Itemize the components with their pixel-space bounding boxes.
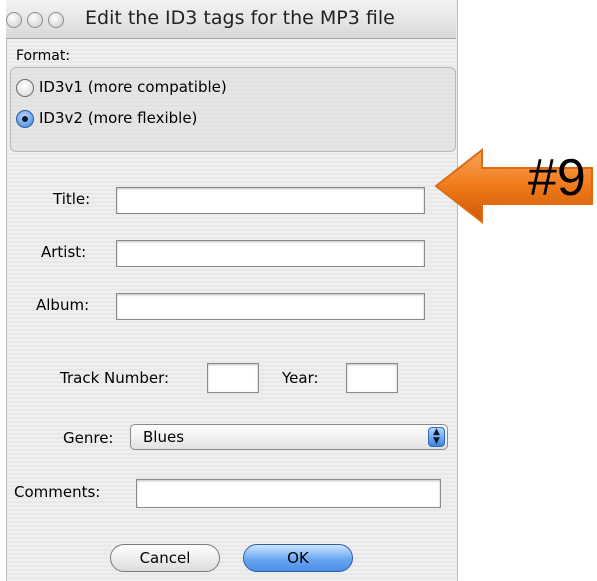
comments-label: Comments: [14,483,101,501]
genre-select[interactable]: Blues ▲ ▼ [130,424,448,450]
updown-arrows-icon: ▲ ▼ [428,427,445,447]
format-group-label: Format: [16,48,71,64]
track-number-label: Track Number: [60,369,170,387]
year-label: Year: [282,369,319,387]
title-input[interactable] [116,187,425,214]
radio-id3v1-label: ID3v1 (more compatible) [39,78,227,96]
title-bar: Edit the ID3 tags for the MP3 file [6,0,456,39]
comments-input[interactable] [136,479,441,508]
window-title: Edit the ID3 tags for the MP3 file [85,7,395,29]
minimize-window-button[interactable] [27,12,43,28]
close-window-button[interactable] [6,12,22,28]
year-input[interactable] [346,363,398,393]
title-label: Title: [53,190,91,208]
radio-id3v2[interactable] [16,110,34,128]
zoom-window-button[interactable] [48,12,64,28]
genre-label: Genre: [63,429,114,447]
artist-input[interactable] [116,240,425,267]
album-label: Album: [36,296,90,314]
cancel-button[interactable]: Cancel [110,544,220,572]
ok-button[interactable]: OK [243,544,353,572]
album-input[interactable] [116,293,425,320]
track-number-input[interactable] [207,363,259,393]
artist-label: Artist: [41,243,87,261]
radio-id3v1[interactable] [16,79,34,97]
annotation-label: #9 [528,149,586,207]
genre-selected-value: Blues [143,428,185,446]
radio-id3v2-label: ID3v2 (more flexible) [39,109,198,127]
